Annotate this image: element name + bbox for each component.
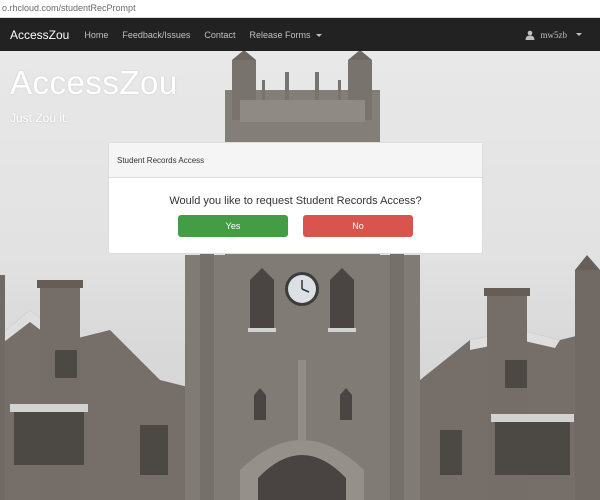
panel-heading: Student Records Access [109, 143, 482, 178]
chevron-down-icon [316, 33, 322, 37]
brand-link[interactable]: AccessZou [10, 28, 69, 42]
no-button[interactable]: No [303, 215, 413, 237]
hero-title: AccessZou [10, 64, 178, 101]
navbar: AccessZou Home Feedback/Issues Contact R… [0, 18, 600, 51]
nav-contact[interactable]: Contact [204, 30, 235, 40]
hero-overlay [0, 51, 600, 500]
yes-button[interactable]: Yes [178, 215, 288, 237]
release-forms-label: Release Forms [249, 29, 311, 40]
hero-subtitle: Just Zou it. [10, 111, 69, 125]
hero-background [0, 51, 600, 500]
student-records-panel: Student Records Access Would you like to… [108, 142, 483, 254]
nav-feedback[interactable]: Feedback/Issues [122, 30, 190, 40]
panel-question: Would you like to request Student Record… [169, 195, 422, 207]
panel-buttons: Yes No [109, 215, 482, 237]
address-bar[interactable]: o.rhcloud.com/studentRecPrompt [0, 0, 600, 18]
user-name: mw5zb [540, 29, 568, 40]
chevron-down-icon [576, 33, 582, 36]
user-menu[interactable]: mw5zb [525, 29, 582, 40]
address-url: o.rhcloud.com/studentRecPrompt [2, 3, 136, 13]
user-icon [525, 30, 534, 40]
nav-home[interactable]: Home [84, 30, 108, 40]
nav-release-forms[interactable]: Release Forms [249, 30, 322, 40]
